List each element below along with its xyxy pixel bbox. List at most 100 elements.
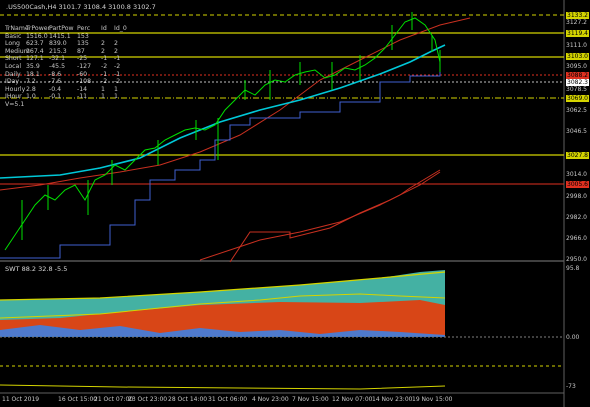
table-cell: -2 <box>114 62 121 70</box>
price-tick: 3046.5 <box>566 128 587 135</box>
time-label: 11 Oct 2019 <box>2 396 40 403</box>
time-label: 14 Nov 23:00 <box>372 396 413 403</box>
table-cell: 1 <box>101 93 105 101</box>
table-cell: 1 <box>114 93 118 101</box>
table-cell: 839.0 <box>49 40 67 48</box>
price-level-label: 3119.4 <box>566 30 589 37</box>
table-header: Perc <box>77 25 91 32</box>
table-cell: -108 <box>77 78 92 86</box>
price-tick: 2966.0 <box>566 235 587 242</box>
table-cell: 623.7 <box>26 40 44 48</box>
table-cell: 153 <box>77 32 89 40</box>
table-header: TrPower <box>26 25 51 32</box>
price-level-label: 3133.2 <box>566 12 589 19</box>
table-header: Id_0 <box>114 25 127 32</box>
table-row: Local 35.9 -45.5 -127 -2 -2 <box>5 63 127 71</box>
table-cell: 7.2 <box>26 78 36 86</box>
price-tick: 3111.0 <box>566 42 587 49</box>
table-row: Hourly 2.8 -0.4 -14 1 1 <box>5 86 127 94</box>
price-tick: 3095.0 <box>566 63 587 70</box>
table-cell: Short <box>5 55 22 63</box>
table-cell: Daily <box>5 70 21 78</box>
trend-power-table: TrName TrPower PartPow Perc Id Id_0 Basi… <box>5 25 127 109</box>
indicator-tick: 0.00 <box>566 334 580 341</box>
price-tick: 2998.0 <box>566 193 587 200</box>
table-cell: -32.1 <box>49 55 66 63</box>
table-cell: -2 <box>101 62 108 70</box>
table-cell: -8.6 <box>49 70 62 78</box>
table-cell <box>114 33 127 41</box>
time-label: 4 Nov 23:00 <box>252 396 289 403</box>
indicator-tick: 95.8 <box>566 265 580 272</box>
price-level-label: 3082.3 <box>566 79 589 86</box>
table-cell: -2 <box>114 78 121 86</box>
time-label: 7 Nov 15:00 <box>292 396 329 403</box>
table-cell: Local <box>5 62 22 70</box>
swt-indicator[interactable] <box>0 270 564 390</box>
table-cell: 1 <box>101 85 105 93</box>
chart-window[interactable]: { "header": { "symbol_line": ".US500Cash… <box>0 0 590 407</box>
table-header: TrName <box>5 25 29 32</box>
volatility-label: V=5.1 <box>5 100 25 108</box>
table-row: Daily 18.1 -8.6 -60 -1 -1 <box>5 71 127 79</box>
table-cell: -11 <box>77 93 88 101</box>
table-cell: -127 <box>77 62 92 70</box>
table-cell: 35.9 <box>26 62 40 70</box>
time-label: 16 Oct 15:00 <box>58 396 98 403</box>
time-label: 31 Oct 06:00 <box>208 396 248 403</box>
time-axis: 11 Oct 2019 16 Oct 15:00 21 Oct 07:00 23… <box>0 394 564 407</box>
table-cell: -0.1 <box>49 93 62 101</box>
table-row: Short 127.1 -32.1 -25 -1 -1 <box>5 55 127 63</box>
time-label: 23 Oct 23:00 <box>128 396 168 403</box>
table-cell: -7.6 <box>49 78 62 86</box>
table-cell: -1 <box>101 55 108 63</box>
price-level-label: 3103.0 <box>566 53 589 60</box>
price-level-label: 3069.0 <box>566 95 589 102</box>
time-label: 12 Nov 07:00 <box>332 396 373 403</box>
table-cell: Medium <box>5 47 30 55</box>
channel-lower[interactable] <box>199 171 441 261</box>
price-tick: 2950.0 <box>566 256 587 263</box>
indicator-title: SWT 88.2 32.8 -5.5 <box>5 265 68 273</box>
table-row: IDay 7.2 -7.6 -108 -2 -2 <box>5 78 127 86</box>
price-tick: 2982.0 <box>566 214 587 221</box>
table-row: Basic 1516.0 1415.1 153 <box>5 33 127 41</box>
table-row: Long 623.7 839.0 135 2 2 <box>5 40 127 48</box>
table-header: Id <box>101 25 107 32</box>
table-cell: -1 <box>101 70 108 78</box>
table-row: IHour 1.0 -0.1 -11 1 1 <box>5 93 127 101</box>
table-cell: 1516.0 <box>26 32 48 40</box>
price-tick: 3078.5 <box>566 86 587 93</box>
table-row: Medium 267.4 215.3 87 2 2 <box>5 48 127 56</box>
table-cell: 267.4 <box>26 47 44 55</box>
price-level-label: 3088.2 <box>566 72 589 79</box>
table-cell: 1 <box>114 85 118 93</box>
price-tick: 3014.0 <box>566 171 587 178</box>
table-footer: V=5.1 <box>5 101 127 109</box>
indicator-tick: -73 <box>566 383 576 390</box>
table-cell: -2 <box>101 78 108 86</box>
price-level-label: 3027.8 <box>566 152 589 159</box>
table-cell: 2 <box>101 47 105 55</box>
table-cell: Hourly <box>5 85 26 93</box>
table-cell <box>101 33 114 41</box>
table-cell: -25 <box>77 55 88 63</box>
table-cell: 127.1 <box>26 55 44 63</box>
table-cell: -60 <box>77 70 88 78</box>
table-cell: -1 <box>114 55 121 63</box>
time-label: 28 Oct 14:00 <box>168 396 208 403</box>
table-cell: -45.5 <box>49 62 66 70</box>
swt-lower-line <box>0 384 446 390</box>
price-level-label: 3005.6 <box>566 181 589 188</box>
table-cell: IHour <box>5 93 22 101</box>
table-cell: -1 <box>114 70 121 78</box>
table-cell: 135 <box>77 40 89 48</box>
table-cell: 1415.1 <box>49 32 71 40</box>
table-cell: -14 <box>77 85 88 93</box>
table-cell: 87 <box>77 47 85 55</box>
chart-title: .US500Cash,H4 3101.7 3108.4 3100.8 3102.… <box>6 3 156 11</box>
price-tick: 3062.5 <box>566 107 587 114</box>
table-cell: Long <box>5 40 20 48</box>
table-cell: -0.4 <box>49 85 62 93</box>
price-tick: 3127.2 <box>566 19 587 26</box>
